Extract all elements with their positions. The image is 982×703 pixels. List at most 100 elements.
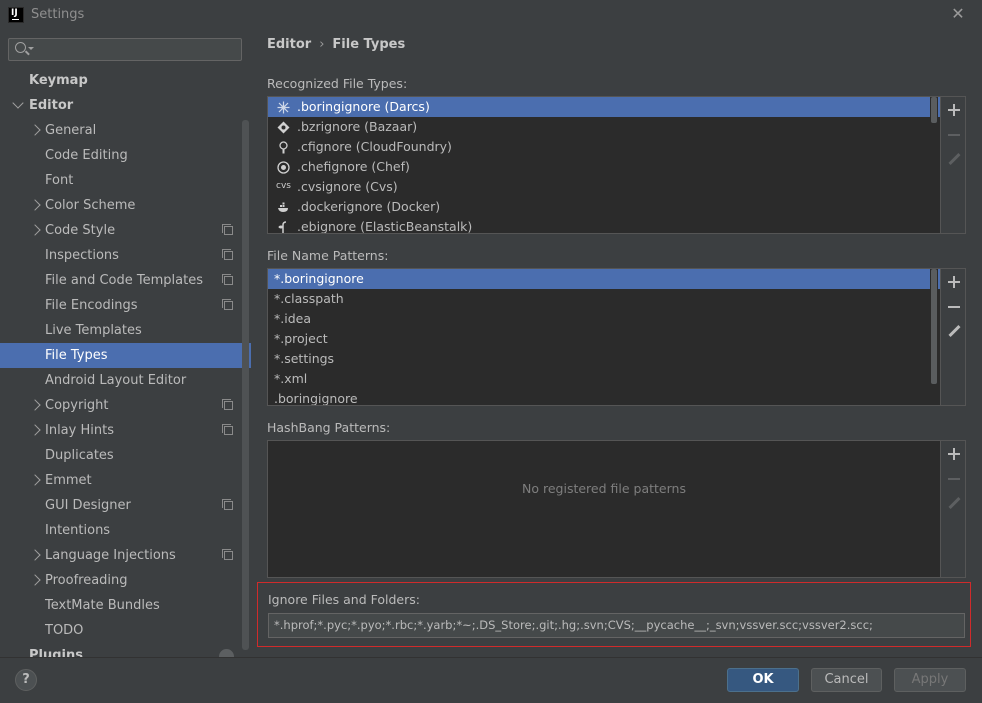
- sidebar-item-label: TextMate Bundles: [45, 598, 160, 613]
- pattern-text: .boringignore: [274, 391, 358, 406]
- bazaar-icon: [277, 120, 290, 134]
- hashbang-toolbar: [940, 441, 965, 577]
- chevron-right-icon[interactable]: [29, 474, 41, 486]
- file-type-row[interactable]: .chefignore (Chef): [268, 157, 940, 177]
- file-type-text: .cvsignore (Cvs): [297, 179, 398, 194]
- file-type-row[interactable]: .cfignore (CloudFoundry): [268, 137, 940, 157]
- pattern-row[interactable]: *.xml: [268, 369, 940, 389]
- ignore-files-section: Ignore Files and Folders: *.hprof;*.pyc;…: [257, 582, 971, 647]
- ignore-files-input[interactable]: *.hprof;*.pyc;*.pyo;*.rbc;*.yarb;*~;.DS_…: [268, 613, 965, 638]
- sidebar-item-editor[interactable]: Editor: [0, 93, 251, 118]
- hashbang-patterns-list: No registered file patterns: [267, 440, 966, 578]
- remove-pattern-icon[interactable]: [945, 298, 963, 316]
- sidebar-item-duplicates[interactable]: Duplicates: [0, 443, 251, 468]
- chevron-down-icon[interactable]: [12, 97, 24, 109]
- breadcrumb-parent[interactable]: Editor: [267, 37, 311, 52]
- sidebar-item-label: Inlay Hints: [45, 423, 114, 438]
- sidebar-item-intentions[interactable]: Intentions: [0, 518, 251, 543]
- file-type-row[interactable]: cvs .cvsignore (Cvs): [268, 177, 940, 197]
- cloudfoundry-icon: [277, 140, 290, 154]
- sidebar-item-file-types[interactable]: File Types: [0, 343, 251, 368]
- file-type-row[interactable]: .ebignore (ElasticBeanstalk): [268, 217, 940, 234]
- sidebar-item-label: Keymap: [29, 73, 88, 88]
- pattern-text: *.xml: [274, 371, 308, 386]
- sidebar-item-emmet[interactable]: Emmet: [0, 468, 251, 493]
- file-type-text: .boringignore (Darcs): [297, 99, 430, 114]
- edit-pattern-icon[interactable]: [945, 323, 963, 341]
- pattern-row[interactable]: .boringignore: [268, 389, 940, 406]
- sidebar-item-code-style[interactable]: Code Style: [0, 218, 251, 243]
- recognized-file-types-label: Recognized File Types:: [267, 76, 408, 91]
- chevron-right-icon[interactable]: [29, 574, 41, 586]
- sidebar-item-plugins[interactable]: Plugins: [0, 643, 251, 657]
- pattern-row[interactable]: *.settings: [268, 349, 940, 369]
- file-type-row[interactable]: .bzrignore (Bazaar): [268, 117, 940, 137]
- sidebar-item-file-and-code-templates[interactable]: File and Code Templates: [0, 268, 251, 293]
- chevron-right-icon[interactable]: [29, 549, 41, 561]
- pattern-row[interactable]: *.boringignore: [268, 269, 940, 289]
- add-file-type-icon[interactable]: [945, 101, 963, 119]
- sidebar-item-language-injections[interactable]: Language Injections: [0, 543, 251, 568]
- recognized-scrollbar[interactable]: [930, 97, 938, 233]
- sidebar-item-label: Plugins: [29, 648, 83, 657]
- pattern-row[interactable]: *.idea: [268, 309, 940, 329]
- apply-button[interactable]: Apply: [894, 668, 966, 692]
- sidebar-item-general[interactable]: General: [0, 118, 251, 143]
- sidebar-item-textmate-bundles[interactable]: TextMate Bundles: [0, 593, 251, 618]
- breadcrumb-separator: ›: [319, 37, 325, 52]
- project-scope-icon: [222, 299, 233, 310]
- sidebar-item-file-encodings[interactable]: File Encodings: [0, 293, 251, 318]
- sidebar-item-android-layout-editor[interactable]: Android Layout Editor: [0, 368, 251, 393]
- project-scope-icon: [222, 274, 233, 285]
- sidebar-item-proofreading[interactable]: Proofreading: [0, 568, 251, 593]
- sidebar-item-label: Live Templates: [45, 323, 142, 338]
- sidebar-item-font[interactable]: Font: [0, 168, 251, 193]
- sidebar-item-label: Proofreading: [45, 573, 128, 588]
- sidebar-item-label: File Types: [45, 348, 108, 363]
- remove-file-type-icon[interactable]: [945, 126, 963, 144]
- sidebar-item-todo[interactable]: TODO: [0, 618, 251, 643]
- add-hashbang-icon[interactable]: [945, 445, 963, 463]
- add-pattern-icon[interactable]: [945, 273, 963, 291]
- file-type-row[interactable]: .boringignore (Darcs): [268, 97, 940, 117]
- chevron-right-icon[interactable]: [29, 124, 41, 136]
- sidebar-item-gui-designer[interactable]: GUI Designer: [0, 493, 251, 518]
- window-title: Settings: [31, 7, 85, 22]
- hashbang-patterns-label: HashBang Patterns:: [267, 420, 391, 435]
- chevron-right-icon[interactable]: [29, 199, 41, 211]
- sidebar-item-inspections[interactable]: Inspections: [0, 243, 251, 268]
- chevron-right-icon[interactable]: [29, 224, 41, 236]
- pattern-text: *.settings: [274, 351, 335, 366]
- remove-hashbang-icon[interactable]: [945, 470, 963, 488]
- project-scope-icon: [222, 224, 233, 235]
- sidebar-item-live-templates[interactable]: Live Templates: [0, 318, 251, 343]
- chevron-right-icon[interactable]: [29, 399, 41, 411]
- pattern-text: *.project: [274, 331, 328, 346]
- file-type-text: .ebignore (ElasticBeanstalk): [297, 219, 473, 234]
- sidebar-item-copyright[interactable]: Copyright: [0, 393, 251, 418]
- search-input[interactable]: [8, 38, 242, 61]
- sidebar-scrollbar[interactable]: [242, 120, 249, 650]
- help-button[interactable]: ?: [15, 669, 37, 691]
- sidebar-item-label: Language Injections: [45, 548, 176, 563]
- ok-button[interactable]: OK: [727, 668, 799, 692]
- sidebar-item-inlay-hints[interactable]: Inlay Hints: [0, 418, 251, 443]
- edit-file-type-icon[interactable]: [945, 151, 963, 169]
- pattern-row[interactable]: *.classpath: [268, 289, 940, 309]
- search-history-icon[interactable]: [28, 47, 34, 50]
- project-scope-icon: [222, 549, 233, 560]
- close-icon[interactable]: ✕: [949, 5, 967, 23]
- edit-hashbang-icon[interactable]: [945, 495, 963, 513]
- patterns-scrollbar[interactable]: [930, 269, 938, 405]
- elasticbeanstalk-icon: [277, 220, 290, 233]
- sidebar-item-keymap[interactable]: Keymap: [0, 68, 251, 93]
- sidebar-item-color-scheme[interactable]: Color Scheme: [0, 193, 251, 218]
- pattern-row[interactable]: *.project: [268, 329, 940, 349]
- sidebar-item-code-editing[interactable]: Code Editing: [0, 143, 251, 168]
- chevron-right-icon[interactable]: [29, 424, 41, 436]
- sidebar-item-label: Copyright: [45, 398, 109, 413]
- cancel-button[interactable]: Cancel: [811, 668, 882, 692]
- settings-tree: Keymap Editor General Code Editing Font Color…: [0, 68, 251, 657]
- file-type-row[interactable]: .dockerignore (Docker): [268, 197, 940, 217]
- project-scope-icon: [222, 249, 233, 260]
